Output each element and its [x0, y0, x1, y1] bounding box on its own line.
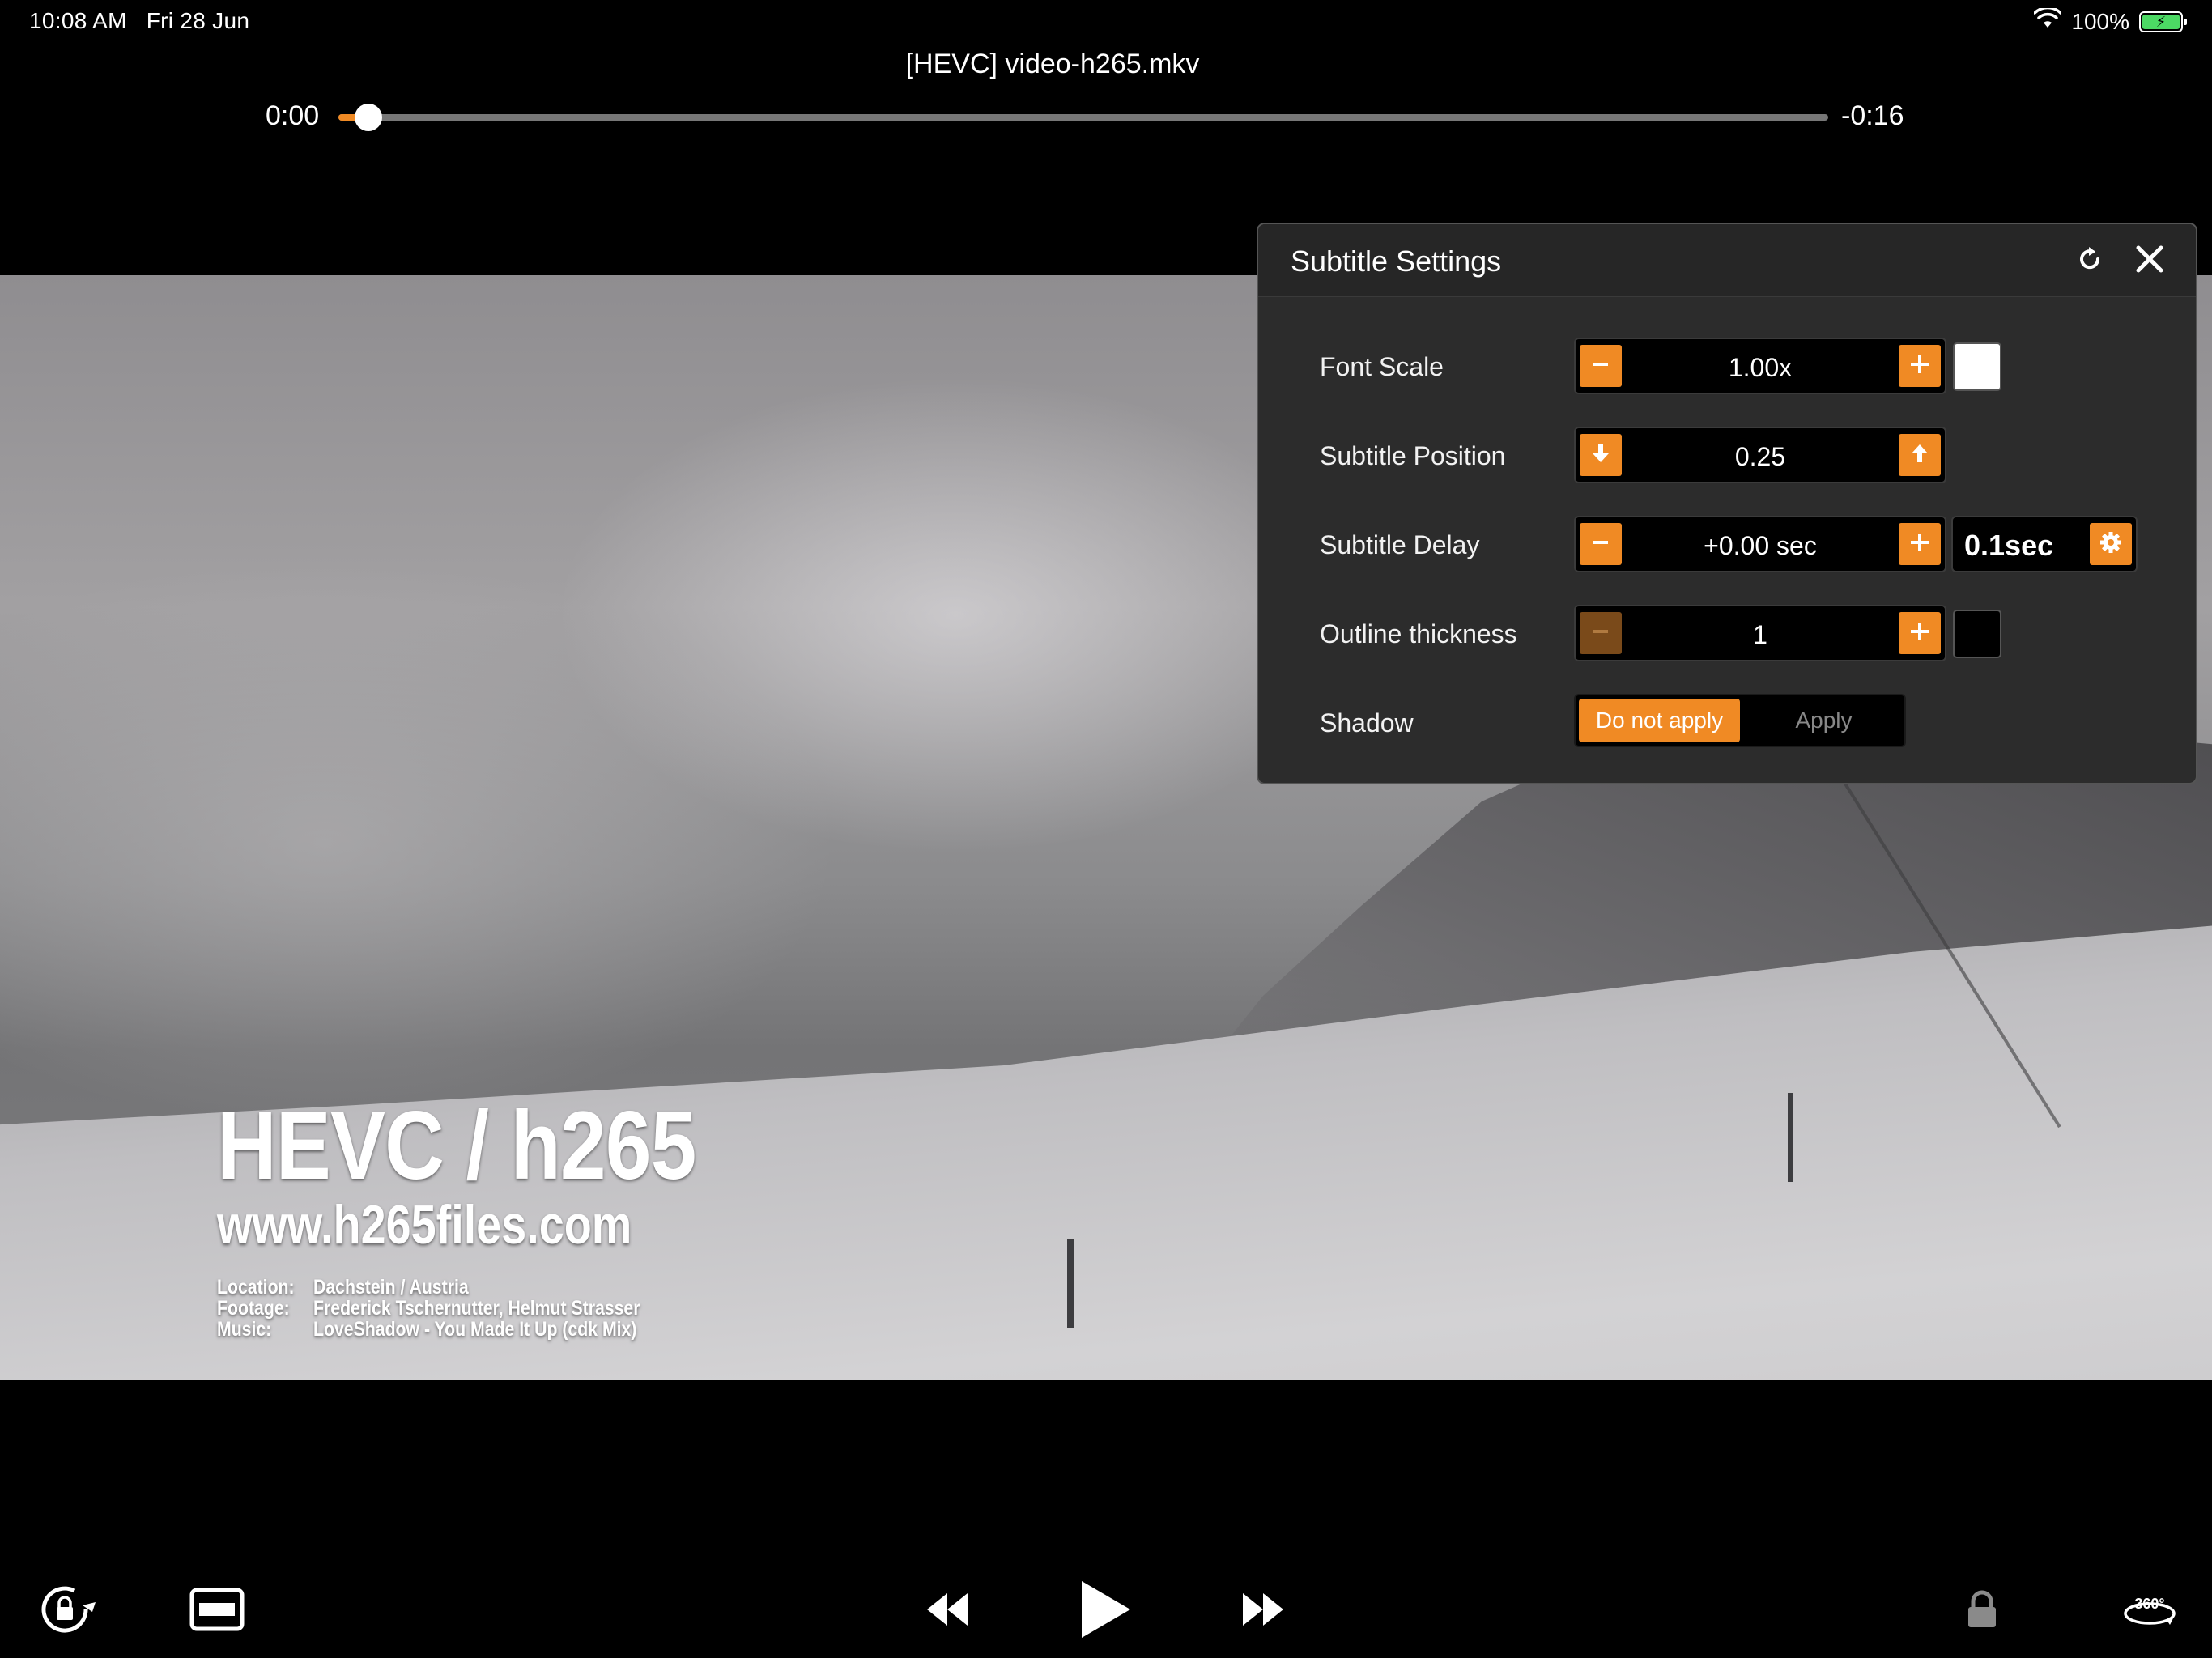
outline-thickness-row: Outline thickness 1	[1258, 605, 2196, 661]
aspect-ratio-icon	[189, 1587, 245, 1636]
play-button[interactable]	[1069, 1571, 1142, 1652]
lock-icon	[1966, 1590, 1998, 1633]
battery-icon: ⚡	[2139, 11, 2187, 32]
gear-icon	[2099, 530, 2123, 559]
status-time: 10:08 AM	[29, 8, 127, 33]
close-icon	[2133, 243, 2166, 279]
subtitle-position-up-button[interactable]	[1899, 434, 1941, 476]
rotation-lock-icon	[37, 1581, 99, 1642]
minus-icon	[1592, 534, 1610, 555]
outline-thickness-value: 1	[1753, 620, 1767, 649]
360-icon: 360°	[2121, 1589, 2178, 1634]
credit-value: LoveShadow - You Made It Up (cdk Mix)	[313, 1318, 637, 1341]
subtitle-delay-value: +0.00 sec	[1704, 531, 1817, 560]
arrow-up-icon	[1910, 443, 1929, 468]
video-credits: Location: Dachstein / Austria Footage: F…	[217, 1277, 699, 1340]
arrow-down-icon	[1591, 443, 1610, 468]
battery-percent: 100%	[2071, 8, 2129, 34]
delay-step-value: 0.1sec	[1964, 529, 2054, 562]
subtitle-delay-stepper: +0.00 sec	[1574, 516, 1946, 572]
svg-text:360°: 360°	[2134, 1596, 2164, 1612]
status-bar-left: 10:08 AM Fri 28 Jun	[29, 8, 249, 34]
font-color-swatch[interactable]	[1953, 342, 2001, 391]
rewind-button[interactable]	[915, 1579, 980, 1643]
credit-value: Dachstein / Austria	[313, 1276, 469, 1299]
close-button[interactable]	[2128, 239, 2172, 283]
font-scale-label: Font Scale	[1320, 352, 1444, 381]
video-url: www.h265files.com	[217, 1194, 632, 1256]
subtitle-delay-row: Subtitle Delay +0.00 sec 0.1sec	[1258, 516, 2196, 572]
shadow-option-apply[interactable]: Apply	[1743, 695, 1904, 746]
lock-button[interactable]	[1950, 1579, 2014, 1643]
font-scale-stepper: 1.00x	[1574, 338, 1946, 394]
play-icon	[1078, 1579, 1132, 1643]
delay-step-control: 0.1sec	[1951, 516, 2138, 572]
video-lift-tower	[1067, 1239, 1074, 1328]
panel-header: Subtitle Settings	[1258, 224, 2196, 297]
seek-bar[interactable]	[338, 104, 1828, 131]
shadow-row: Shadow Do not apply Apply	[1258, 694, 2196, 750]
credit-label: Location:	[217, 1276, 295, 1299]
fast-forward-button[interactable]	[1231, 1579, 1295, 1643]
video-headline: HEVC / h265	[217, 1091, 696, 1200]
seek-knob[interactable]	[354, 104, 382, 131]
shadow-option-do-not-apply[interactable]: Do not apply	[1579, 699, 1740, 742]
plus-icon	[1909, 354, 1930, 379]
font-scale-value: 1.00x	[1728, 353, 1793, 382]
minus-icon	[1592, 623, 1610, 644]
video-burned-in-text: HEVC / h265 www.h265files.com Location: …	[217, 1097, 784, 1340]
subtitle-position-row: Subtitle Position 0.25	[1258, 427, 2196, 483]
plus-icon	[1909, 621, 1930, 646]
subtitle-delay-label: Subtitle Delay	[1320, 530, 1480, 559]
shadow-label: Shadow	[1320, 708, 1414, 738]
reset-button[interactable]	[2068, 239, 2112, 283]
plus-icon	[1909, 532, 1930, 557]
delay-step-settings-button[interactable]	[2090, 523, 2132, 565]
rewind-icon	[925, 1592, 969, 1631]
subtitle-position-down-button[interactable]	[1580, 434, 1622, 476]
video-lift-tower	[1788, 1093, 1793, 1182]
subtitle-position-value: 0.25	[1734, 442, 1786, 471]
status-bar-right: 100% ⚡	[2033, 6, 2187, 35]
media-title: [HEVC] video-h265.mkv	[905, 49, 1200, 79]
credit-value: Frederick Tschernutter, Helmut Strasser	[313, 1297, 640, 1320]
font-scale-increase-button[interactable]	[1899, 345, 1941, 387]
aspect-ratio-button[interactable]	[185, 1579, 249, 1643]
panel-title: Subtitle Settings	[1291, 244, 1502, 278]
elapsed-time: 0:00	[266, 100, 320, 131]
subtitle-position-label: Subtitle Position	[1320, 441, 1506, 470]
outline-thickness-label: Outline thickness	[1320, 619, 1517, 648]
subtitle-delay-decrease-button[interactable]	[1580, 523, 1622, 565]
status-date: Fri 28 Jun	[146, 8, 250, 33]
font-scale-decrease-button[interactable]	[1580, 345, 1622, 387]
rotation-lock-button[interactable]	[36, 1579, 100, 1643]
outline-thickness-stepper: 1	[1574, 605, 1946, 661]
fast-forward-icon	[1241, 1592, 1285, 1631]
remaining-time: -0:16	[1841, 100, 1904, 131]
outline-thickness-decrease-button[interactable]	[1580, 612, 1622, 654]
subtitle-position-stepper: 0.25	[1574, 427, 1946, 483]
credit-label: Music:	[217, 1318, 272, 1341]
wifi-icon	[2033, 6, 2063, 35]
font-scale-row: Font Scale 1.00x	[1258, 338, 2196, 394]
credit-label: Footage:	[217, 1297, 290, 1320]
shadow-segmented-control: Do not apply Apply	[1574, 694, 1906, 747]
outline-thickness-increase-button[interactable]	[1899, 612, 1941, 654]
subtitle-settings-panel: Subtitle Settings Font Scale 1.00x Subti…	[1257, 223, 2197, 784]
minus-icon	[1592, 355, 1610, 377]
outline-color-swatch[interactable]	[1953, 610, 2001, 658]
vr-360-button[interactable]: 360°	[2113, 1579, 2186, 1643]
refresh-icon	[2075, 244, 2104, 278]
subtitle-delay-increase-button[interactable]	[1899, 523, 1941, 565]
